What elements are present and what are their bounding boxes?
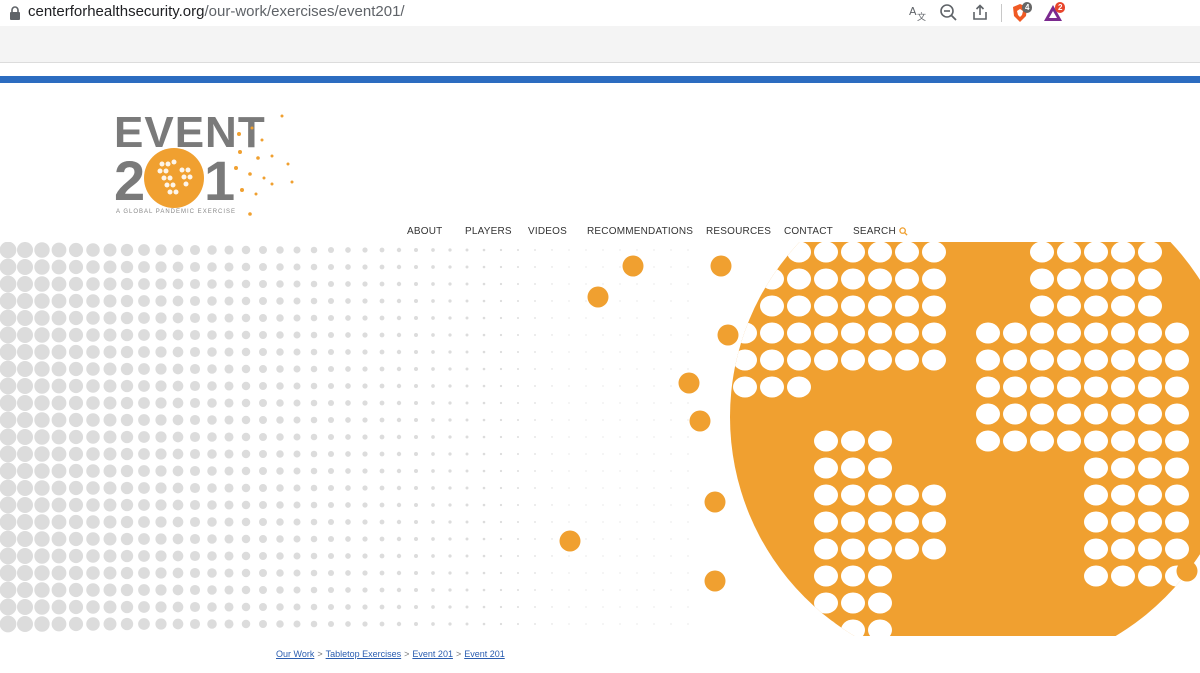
nav-resources[interactable]: RESOURCES — [706, 226, 771, 237]
orange-dot — [704, 570, 726, 592]
nav-search[interactable]: SEARCH — [853, 226, 908, 237]
lock-icon — [10, 6, 20, 20]
orange-dot — [1179, 293, 1200, 315]
url-domain: centerforhealthsecurity.org — [28, 3, 205, 20]
svg-text:A: A — [909, 5, 917, 18]
zoom-out-icon[interactable] — [939, 3, 959, 23]
site-top-bar — [0, 76, 1200, 83]
logo-globe-icon — [144, 148, 204, 208]
breadcrumb-our-work[interactable]: Our Work — [276, 649, 314, 659]
browser-address-bar: centerforhealthsecurity.org/our-work/exe… — [0, 0, 1200, 26]
nav-videos[interactable]: VIDEOS — [528, 226, 567, 237]
orange-dot — [1176, 560, 1198, 582]
translate-icon[interactable]: A 文 — [907, 3, 927, 23]
shield-badge: 4 — [1022, 2, 1033, 13]
url-field[interactable]: centerforhealthsecurity.org/our-work/exe… — [28, 3, 405, 20]
breadcrumb: Our Work > Tabletop Exercises > Event 201 > Ev… — [276, 649, 505, 659]
orange-dot — [689, 410, 711, 432]
site-logo[interactable]: EVENT 2 1 — [112, 104, 302, 224]
orange-dot — [678, 372, 700, 394]
orange-dot — [622, 255, 644, 277]
logo-subtitle: A GLOBAL PANDEMIC EXERCISE — [116, 209, 237, 215]
share-icon[interactable] — [970, 3, 990, 23]
orange-dot — [587, 286, 609, 308]
nav-players[interactable]: PLAYERS — [465, 226, 512, 237]
orange-dot — [559, 530, 581, 552]
orange-dot — [704, 491, 726, 513]
svg-text:文: 文 — [917, 11, 926, 23]
breadcrumb-separator: > — [404, 649, 410, 659]
breadcrumb-tabletop-exercises[interactable]: Tabletop Exercises — [326, 649, 402, 659]
halftone-dot-field — [0, 242, 689, 633]
orange-dot — [710, 255, 732, 277]
hero-globe-illustration — [0, 242, 1200, 636]
search-icon — [899, 227, 908, 236]
nav-contact[interactable]: CONTACT — [784, 226, 833, 237]
nav-search-label: SEARCH — [853, 226, 896, 237]
logo-digit-1: 1 — [204, 149, 235, 212]
breadcrumb-separator: > — [317, 649, 323, 659]
nav-recommendations[interactable]: RECOMMENDATIONS — [587, 226, 693, 237]
rewards-badge: 2 — [1055, 2, 1066, 13]
breadcrumb-event201[interactable]: Event 201 — [412, 649, 453, 659]
hero-banner — [0, 242, 1200, 636]
breadcrumb-event201-current[interactable]: Event 201 — [464, 649, 505, 659]
nav-about[interactable]: ABOUT — [407, 226, 442, 237]
browser-toolbar-strip — [0, 26, 1200, 63]
logo-digit-2: 2 — [114, 149, 145, 212]
breadcrumb-separator: > — [455, 649, 462, 659]
event201-logo-graphic: EVENT 2 1 — [114, 108, 294, 216]
toolbar-divider — [1001, 4, 1002, 22]
orange-dot — [717, 324, 739, 346]
url-path: /our-work/exercises/event201/ — [204, 3, 405, 20]
